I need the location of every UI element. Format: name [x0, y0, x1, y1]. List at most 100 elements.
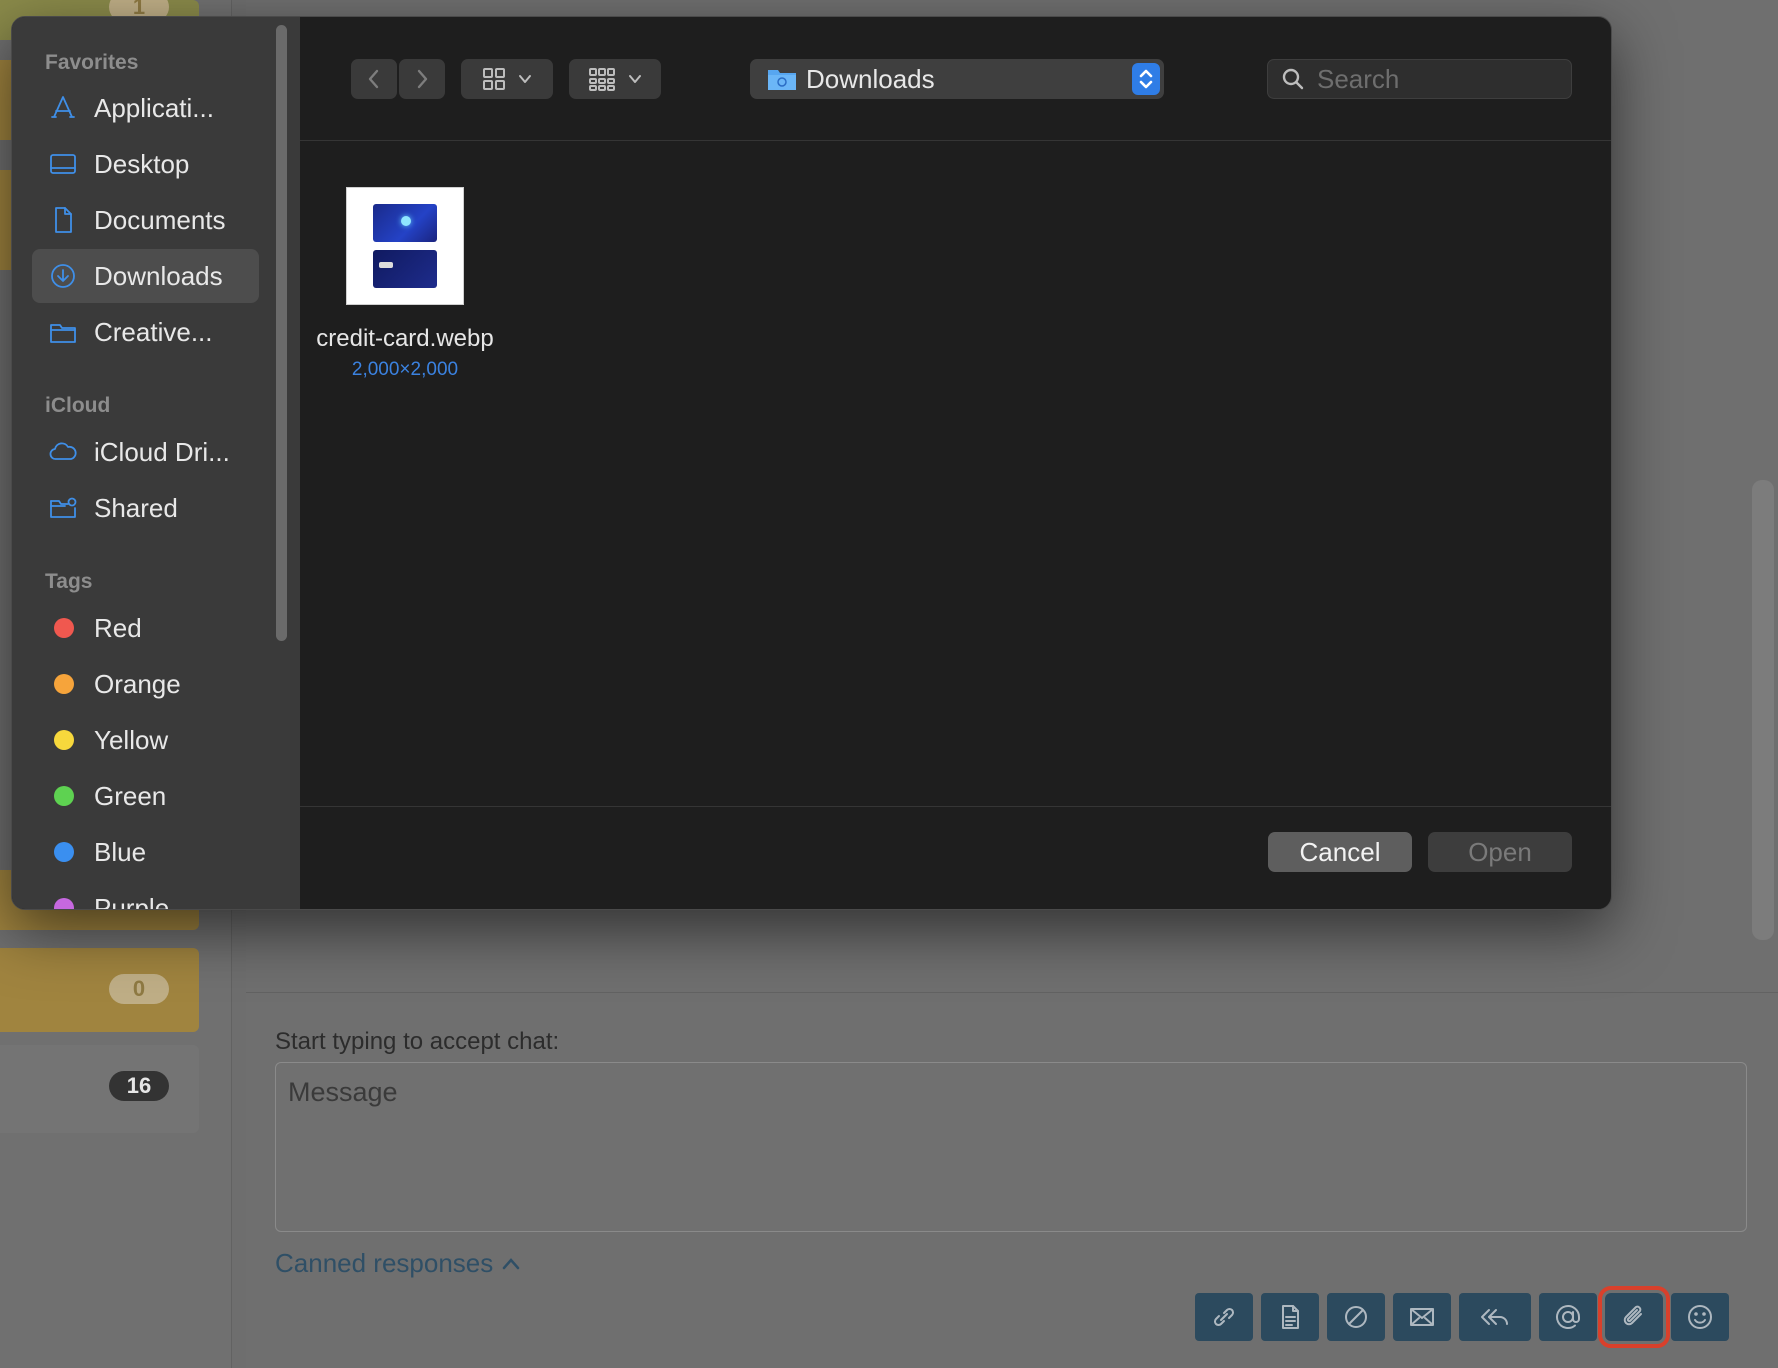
tag-orange[interactable]: Orange: [32, 657, 259, 711]
shared-folder-icon: [46, 491, 80, 525]
chat-card[interactable]: 0: [0, 948, 199, 1032]
chevron-right-icon: [417, 69, 428, 89]
chevron-down-icon: [519, 75, 531, 83]
tag-label: Purple: [94, 892, 170, 910]
attach-file-button[interactable]: [1598, 1286, 1670, 1348]
card-front-image: [373, 204, 437, 242]
search-icon: [1282, 68, 1304, 90]
file-item[interactable]: credit-card.webp 2,000×2,000: [314, 187, 496, 381]
tag-label: Red: [94, 612, 142, 643]
chevron-up-icon: [503, 1257, 520, 1269]
cancel-button[interactable]: Cancel: [1268, 832, 1412, 872]
location-label: Downloads: [806, 63, 935, 94]
dialog-sidebar: Favorites Applicati... Desktop Documents…: [12, 17, 300, 909]
scrollbar[interactable]: [1752, 480, 1774, 940]
folder-icon: [46, 315, 80, 349]
tag-blue[interactable]: Blue: [32, 825, 259, 879]
reply-all-icon: [1481, 1309, 1508, 1325]
downloads-icon: [46, 259, 80, 293]
mention-button[interactable]: [1539, 1293, 1597, 1341]
chevron-left-icon: [368, 69, 379, 89]
tag-label: Blue: [94, 836, 147, 867]
divider: [246, 992, 1778, 993]
tags-header: Tags: [45, 570, 93, 593]
tag-green[interactable]: Green: [32, 769, 259, 823]
tag-dot: [54, 674, 74, 694]
tag-dot: [54, 786, 74, 806]
tag-purple[interactable]: Purple: [32, 881, 259, 910]
chat-card[interactable]: 16: [0, 1045, 199, 1133]
icloud-header: iCloud: [45, 394, 111, 417]
file-dimensions: 2,000×2,000: [351, 359, 459, 380]
chevron-down-icon: [629, 75, 641, 83]
chevron-updown-icon: [1139, 69, 1153, 89]
count-badge: 16: [109, 1071, 169, 1101]
cancel-button[interactable]: [1327, 1293, 1385, 1341]
canned-responses-label: Canned responses: [275, 1248, 494, 1278]
open-button[interactable]: Open: [1428, 832, 1572, 872]
tag-label: Green: [94, 780, 167, 811]
sidebar-item-icloud-drive[interactable]: iCloud Dri...: [32, 425, 259, 479]
tag-dot: [54, 618, 74, 638]
cloud-icon: [46, 435, 80, 469]
smiley-icon: [1688, 1305, 1712, 1329]
file-browser: credit-card.webp 2,000×2,000: [300, 141, 1611, 807]
gallery-view-icon: [589, 68, 615, 91]
sidebar-item-label: Documents: [94, 204, 226, 235]
insert-link-button[interactable]: [1195, 1293, 1253, 1341]
insert-document-button[interactable]: [1261, 1293, 1319, 1341]
tag-dot: [54, 898, 74, 909]
sidebar-item-label: Applicati...: [94, 92, 214, 123]
applications-icon: [46, 91, 80, 125]
grid-view-icon: [483, 68, 505, 90]
desktop-icon: [46, 147, 80, 181]
group-view-button[interactable]: [569, 59, 661, 99]
send-email-button[interactable]: [1393, 1293, 1451, 1341]
sidebar-item-downloads[interactable]: Downloads: [32, 249, 259, 303]
reply-all-button[interactable]: [1459, 1293, 1531, 1341]
sidebar-item-label: Downloads: [94, 260, 223, 291]
sidebar-item-label: Shared: [94, 492, 178, 523]
sidebar-item-shared[interactable]: Shared: [32, 481, 259, 535]
sidebar-item-creative[interactable]: Creative...: [32, 305, 259, 359]
accept-chat-label: Start typing to accept chat:: [275, 1028, 560, 1055]
sidebar-item-label: iCloud Dri...: [94, 436, 230, 467]
file-thumbnail: [346, 187, 464, 305]
location-popup[interactable]: Downloads: [750, 59, 1164, 99]
card-back-image: [373, 250, 437, 288]
back-button[interactable]: [351, 59, 397, 99]
at-sign-icon: [1556, 1305, 1580, 1329]
message-toolbar: [1195, 1286, 1729, 1348]
sidebar-item-desktop[interactable]: Desktop: [32, 137, 259, 191]
paperclip-icon: [1623, 1305, 1642, 1326]
message-input[interactable]: [275, 1062, 1747, 1232]
tag-red[interactable]: Red: [32, 601, 259, 655]
sidebar-item-applications[interactable]: Applicati...: [32, 81, 259, 135]
count-badge: 0: [109, 974, 169, 1004]
sidebar-item-label: Creative...: [94, 316, 213, 347]
forward-button[interactable]: [399, 59, 445, 99]
document-icon: [46, 203, 80, 237]
tag-label: Yellow: [94, 724, 169, 755]
icon-view-button[interactable]: [461, 59, 553, 99]
link-icon: [1213, 1307, 1235, 1327]
favorites-header: Favorites: [45, 51, 139, 74]
search-field[interactable]: [1267, 59, 1572, 99]
search-input[interactable]: [1317, 63, 1557, 95]
popup-stepper: [1132, 63, 1160, 95]
open-file-dialog: Favorites Applicati... Desktop Documents…: [11, 16, 1612, 910]
sidebar-item-documents[interactable]: Documents: [32, 193, 259, 247]
sidebar-scrollbar[interactable]: [276, 25, 287, 641]
dialog-toolbar: Downloads: [300, 17, 1611, 141]
cancel-icon: [1345, 1306, 1367, 1328]
emoji-button[interactable]: [1671, 1293, 1729, 1341]
document-icon: [1282, 1305, 1299, 1329]
tag-label: Orange: [94, 668, 181, 699]
tag-dot: [54, 842, 74, 862]
mail-icon: [1410, 1308, 1434, 1326]
downloads-folder-icon: [768, 70, 796, 90]
sidebar-item-label: Desktop: [94, 148, 190, 179]
canned-responses-toggle[interactable]: Canned responses: [275, 1248, 521, 1279]
tag-yellow[interactable]: Yellow: [32, 713, 259, 767]
file-name: credit-card.webp: [316, 325, 494, 352]
